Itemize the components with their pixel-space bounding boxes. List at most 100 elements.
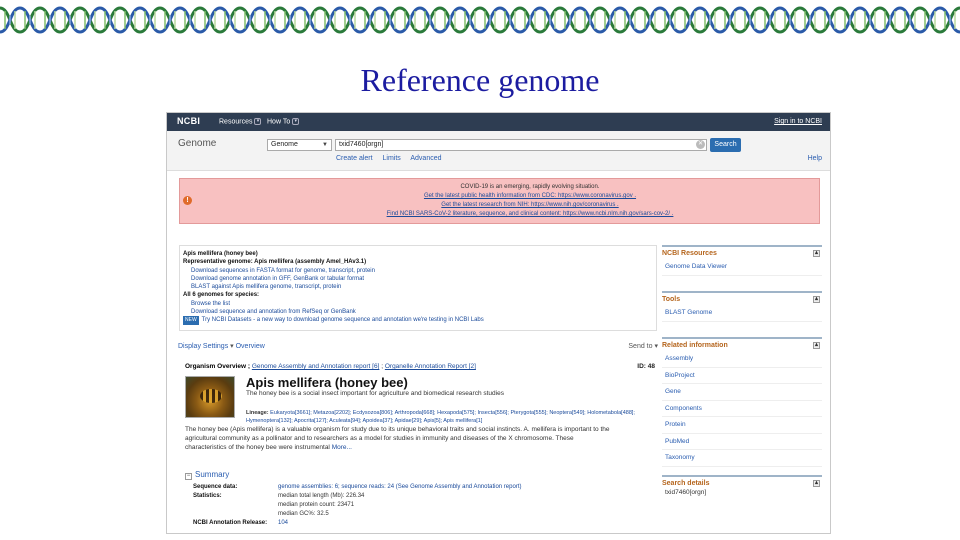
search-details-query[interactable]: txid7460[orgn] bbox=[662, 489, 822, 496]
lineage: Lineage: Eukaryota[3661]; Metazoa[2202];… bbox=[246, 409, 656, 425]
sidebar-item-assembly[interactable]: Assembly bbox=[662, 351, 822, 368]
summary-key: Sequence data: bbox=[193, 484, 238, 490]
alert-line-link[interactable]: Find NCBI SARS-CoV-2 literature, sequenc… bbox=[300, 210, 760, 219]
send-to-label: Send to bbox=[628, 343, 653, 350]
summary-row: Statistics: median total length (Mb): 226… bbox=[193, 493, 364, 499]
organism-name: Apis mellifera (honey bee) bbox=[246, 375, 408, 390]
summary-value: median GC%: 32.5 bbox=[278, 511, 329, 517]
organism-description: The honey bee is a social insect importa… bbox=[246, 390, 504, 397]
download-refseq-link[interactable]: Download sequence and annotation from Re… bbox=[183, 308, 484, 316]
genome-heading: Apis mellifera (honey bee) bbox=[183, 251, 258, 257]
browse-list-link[interactable]: Browse the list bbox=[183, 300, 484, 308]
search-sub-links: Create alert Limits Advanced bbox=[336, 155, 450, 162]
related-information-panel: Related information ▴ Assembly BioProject… bbox=[662, 337, 822, 467]
organism-overview: Organism Overview ; Genome Assembly and … bbox=[185, 363, 655, 533]
database-label: Genome bbox=[178, 138, 217, 149]
organism-overview-header: Organism Overview ; Genome Assembly and … bbox=[185, 363, 655, 370]
overview-prefix: Organism Overview ; bbox=[185, 363, 251, 370]
summary-value: median total length (Mb): 226.34 bbox=[278, 493, 365, 499]
covid-alert-banner: ! COVID-19 is an emerging, rapidly evolv… bbox=[179, 178, 820, 224]
dna-helix-decoration bbox=[0, 0, 960, 40]
download-annotation-link[interactable]: Download genome annotation in GFF, GenBa… bbox=[183, 275, 484, 283]
advanced-link[interactable]: Advanced bbox=[410, 155, 441, 162]
header-separator: ; bbox=[381, 363, 384, 370]
long-desc-line: characteristics of the honey bee were in… bbox=[185, 444, 330, 451]
summary-row: Sequence data: genome assemblies: 6; sequ… bbox=[193, 484, 521, 490]
panel-title: Search details bbox=[662, 480, 710, 487]
clear-icon[interactable]: ✕ bbox=[696, 140, 705, 149]
ncbi-logo[interactable]: NCBI bbox=[177, 116, 200, 126]
organelle-report-link[interactable]: Organelle Annotation Report [2] bbox=[385, 363, 476, 370]
summary-title: Summary bbox=[195, 470, 230, 479]
sidebar-item-gene[interactable]: Gene bbox=[662, 384, 822, 401]
alert-line-link[interactable]: Get the latest public health information… bbox=[300, 192, 760, 201]
organism-long-description: The honey bee (Apis mellifera) is a valu… bbox=[185, 425, 645, 452]
sign-in-link[interactable]: Sign in to NCBI bbox=[774, 118, 822, 125]
all-genomes-heading: All 6 genomes for species: bbox=[183, 292, 260, 299]
display-settings-link[interactable]: Display Settings bbox=[178, 343, 228, 350]
alert-icon: ! bbox=[183, 196, 192, 205]
long-desc-line: The honey bee (Apis mellifera) is a valu… bbox=[185, 426, 610, 433]
summary-toggle[interactable]: − Summary bbox=[185, 470, 229, 480]
help-link[interactable]: Help bbox=[808, 155, 822, 162]
panel-title: Tools bbox=[662, 296, 681, 303]
dna-banner bbox=[0, 0, 960, 40]
summary-row: NCBI Annotation Release: 104 bbox=[193, 520, 288, 526]
search-input[interactable]: txid7460[orgn] bbox=[335, 139, 707, 151]
sidebar-item-pubmed[interactable]: PubMed bbox=[662, 434, 822, 450]
download-fasta-link[interactable]: Download sequences in FASTA format for g… bbox=[183, 267, 484, 275]
search-band: Genome Genome ▼ txid7460[orgn] ✕ Search C… bbox=[167, 131, 830, 171]
create-alert-link[interactable]: Create alert bbox=[336, 155, 373, 162]
lineage-label: Lineage: bbox=[246, 410, 269, 416]
alert-line-link[interactable]: Get the latest research from NIH: https:… bbox=[300, 201, 760, 210]
ncbi-resources-panel: NCBI Resources ▴ Genome Data Viewer bbox=[662, 245, 822, 276]
blast-link[interactable]: BLAST against Apis mellifera genome, tra… bbox=[183, 283, 484, 291]
overview-link[interactable]: Overview bbox=[236, 343, 265, 350]
sidebar-item-protein[interactable]: Protein bbox=[662, 417, 822, 434]
collapse-icon[interactable]: ▴ bbox=[813, 480, 820, 487]
summary-value[interactable]: genome assemblies: 6; sequence reads: 24… bbox=[278, 484, 521, 490]
limits-link[interactable]: Limits bbox=[383, 155, 401, 162]
more-link[interactable]: More... bbox=[332, 444, 352, 451]
howto-label: How To bbox=[267, 118, 291, 126]
sidebar-item-bioproject[interactable]: BioProject bbox=[662, 368, 822, 384]
collapse-icon[interactable]: ▴ bbox=[813, 342, 820, 349]
ncbi-topbar: NCBI Resources ▾ How To ▾ Sign in to NCBI bbox=[167, 113, 830, 131]
collapse-icon: − bbox=[185, 473, 192, 480]
sidebar-item-blast-genome[interactable]: BLAST Genome bbox=[662, 305, 822, 322]
sidebar-item-components[interactable]: Components bbox=[662, 401, 822, 417]
search-button[interactable]: Search bbox=[710, 138, 741, 152]
representative-genome-box: Apis mellifera (honey bee) Representativ… bbox=[179, 245, 657, 331]
long-desc-line: agricultural community as a pollinator a… bbox=[185, 435, 574, 442]
resources-label: Resources bbox=[219, 118, 253, 126]
panel-title: NCBI Resources bbox=[662, 250, 717, 257]
sidebar-item-genome-data-viewer[interactable]: Genome Data Viewer bbox=[662, 259, 822, 276]
new-badge: NEW bbox=[183, 316, 199, 325]
chevron-down-icon: ▾ bbox=[254, 118, 262, 125]
summary-value[interactable]: 104 bbox=[278, 520, 288, 526]
collapse-icon[interactable]: ▴ bbox=[813, 296, 820, 303]
summary-value: median protein count: 23471 bbox=[278, 502, 355, 508]
collapse-icon[interactable]: ▴ bbox=[813, 250, 820, 257]
summary-key: NCBI Annotation Release: bbox=[193, 520, 268, 526]
resources-menu[interactable]: Resources ▾ bbox=[219, 118, 262, 126]
howto-menu[interactable]: How To ▾ bbox=[267, 118, 300, 126]
slide-title: Reference genome bbox=[360, 62, 600, 98]
summary-row: median GC%: 32.5 bbox=[193, 511, 329, 517]
database-select[interactable]: Genome ▼ bbox=[267, 139, 332, 151]
ncbi-datasets-link[interactable]: Try NCBI Datasets - a new way to downloa… bbox=[202, 317, 484, 323]
tools-panel: Tools ▴ BLAST Genome bbox=[662, 291, 822, 322]
panel-title: Related information bbox=[662, 342, 728, 349]
sidebar-item-taxonomy[interactable]: Taxonomy bbox=[662, 450, 822, 467]
send-to-menu[interactable]: Send to ▾ bbox=[628, 342, 658, 350]
summary-key: Statistics: bbox=[193, 493, 222, 499]
lineage-links[interactable]: Eukaryota[3661]; Metazoa[2202]; Ecdysozo… bbox=[246, 410, 635, 424]
summary-row: median protein count: 23471 bbox=[193, 502, 354, 508]
assembly-report-link[interactable]: Genome Assembly and Annotation report [6… bbox=[252, 363, 380, 370]
honey-bee-image bbox=[185, 376, 235, 418]
display-settings-bar: Display Settings ▾ Overview Send to ▾ bbox=[178, 342, 658, 350]
chevron-down-icon: ▾ bbox=[292, 118, 300, 125]
search-details-panel: Search details ▴ txid7460[orgn] bbox=[662, 475, 822, 496]
representative-genome-line[interactable]: Representative genome: Apis mellifera (a… bbox=[183, 259, 366, 265]
genome-id: ID: 48 bbox=[637, 363, 655, 370]
